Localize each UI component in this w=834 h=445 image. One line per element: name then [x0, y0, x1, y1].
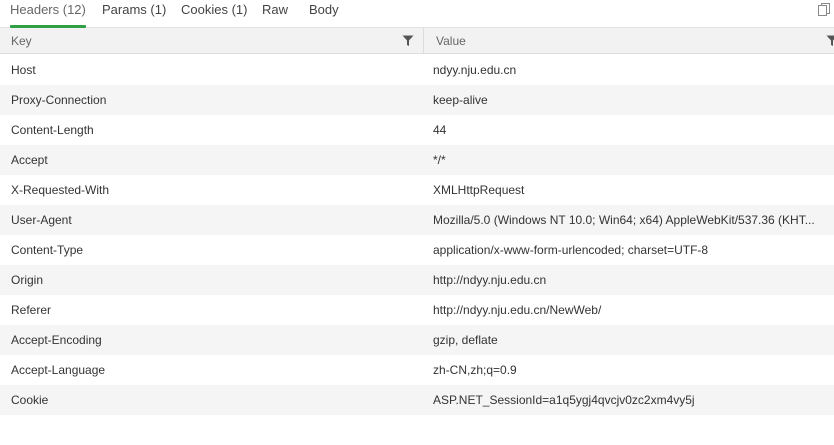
table-row[interactable]: Proxy-Connection keep-alive	[0, 85, 834, 115]
tab-cookies[interactable]: Cookies (1)	[181, 0, 247, 27]
header-value: keep-alive	[433, 93, 488, 107]
table-row[interactable]: Cookie ASP.NET_SessionId=a1q5ygj4qvcjv0z…	[0, 385, 834, 415]
header-value: */*	[433, 153, 446, 167]
header-value: 44	[433, 123, 447, 137]
header-key: Proxy-Connection	[11, 93, 107, 107]
tab-raw[interactable]: Raw	[262, 0, 288, 27]
header-value: zh-CN,zh;q=0.9	[433, 363, 517, 377]
header-key: Referer	[11, 303, 52, 317]
header-value: ndyy.nju.edu.cn	[433, 63, 517, 77]
header-key: Accept-Language	[11, 363, 106, 377]
table-row[interactable]: Accept-Encoding gzip, deflate	[0, 325, 834, 355]
header-value: gzip, deflate	[433, 333, 498, 347]
tab-body-label: Body	[309, 2, 339, 17]
tab-cookies-label: Cookies (1)	[181, 2, 248, 17]
header-key: Cookie	[11, 393, 49, 407]
header-value: http://ndyy.nju.edu.cn/NewWeb/	[433, 303, 602, 317]
table-row[interactable]: Referer http://ndyy.nju.edu.cn/NewWeb/	[0, 295, 834, 325]
table-row[interactable]: Accept */*	[0, 145, 834, 175]
column-header-key[interactable]: Key	[11, 28, 32, 54]
table-row[interactable]: Accept-Language zh-CN,zh;q=0.9	[0, 355, 834, 385]
tab-bar: Headers (12) Params (1) Cookies (1) Raw …	[0, 0, 834, 28]
table-header-row: Key Value	[0, 28, 834, 54]
filter-icon[interactable]	[826, 35, 834, 47]
header-key: User-Agent	[11, 213, 72, 227]
copy-icon[interactable]	[817, 2, 831, 18]
table-row[interactable]: Host ndyy.nju.edu.cn	[0, 55, 834, 85]
header-key: Host	[11, 63, 36, 77]
column-separator[interactable]	[423, 28, 424, 54]
tab-params-label: Params (1)	[102, 2, 167, 17]
header-value: Mozilla/5.0 (Windows NT 10.0; Win64; x64…	[433, 213, 815, 227]
table-row[interactable]: Content-Length 44	[0, 115, 834, 145]
header-value: XMLHttpRequest	[433, 183, 525, 197]
tab-headers[interactable]: Headers (12)	[10, 0, 86, 28]
header-value: ASP.NET_SessionId=a1q5ygj4qvcjv0zc2xm4vy…	[433, 393, 695, 407]
table-row[interactable]: Content-Type application/x-www-form-urle…	[0, 235, 834, 265]
tab-raw-label: Raw	[262, 2, 289, 17]
tab-headers-label: Headers (12)	[10, 2, 86, 17]
column-header-value[interactable]: Value	[436, 28, 466, 54]
header-key: X-Requested-With	[11, 183, 110, 197]
header-value: application/x-www-form-urlencoded; chars…	[433, 243, 709, 257]
tab-body[interactable]: Body	[309, 0, 339, 27]
header-key: Content-Length	[11, 123, 94, 137]
header-key: Origin	[11, 273, 44, 287]
header-key: Accept	[11, 153, 48, 167]
table-row[interactable]: Origin http://ndyy.nju.edu.cn	[0, 265, 834, 295]
headers-table: Key Value Host ndyy.nju.edu.cn Proxy-Con…	[0, 28, 834, 445]
tab-params[interactable]: Params (1)	[102, 0, 166, 27]
header-key: Accept-Encoding	[11, 333, 102, 347]
table-row[interactable]: X-Requested-With XMLHttpRequest	[0, 175, 834, 205]
header-key: Content-Type	[11, 243, 84, 257]
filter-icon[interactable]	[402, 35, 414, 47]
header-value: http://ndyy.nju.edu.cn	[433, 273, 547, 287]
table-row[interactable]: User-Agent Mozilla/5.0 (Windows NT 10.0;…	[0, 205, 834, 235]
